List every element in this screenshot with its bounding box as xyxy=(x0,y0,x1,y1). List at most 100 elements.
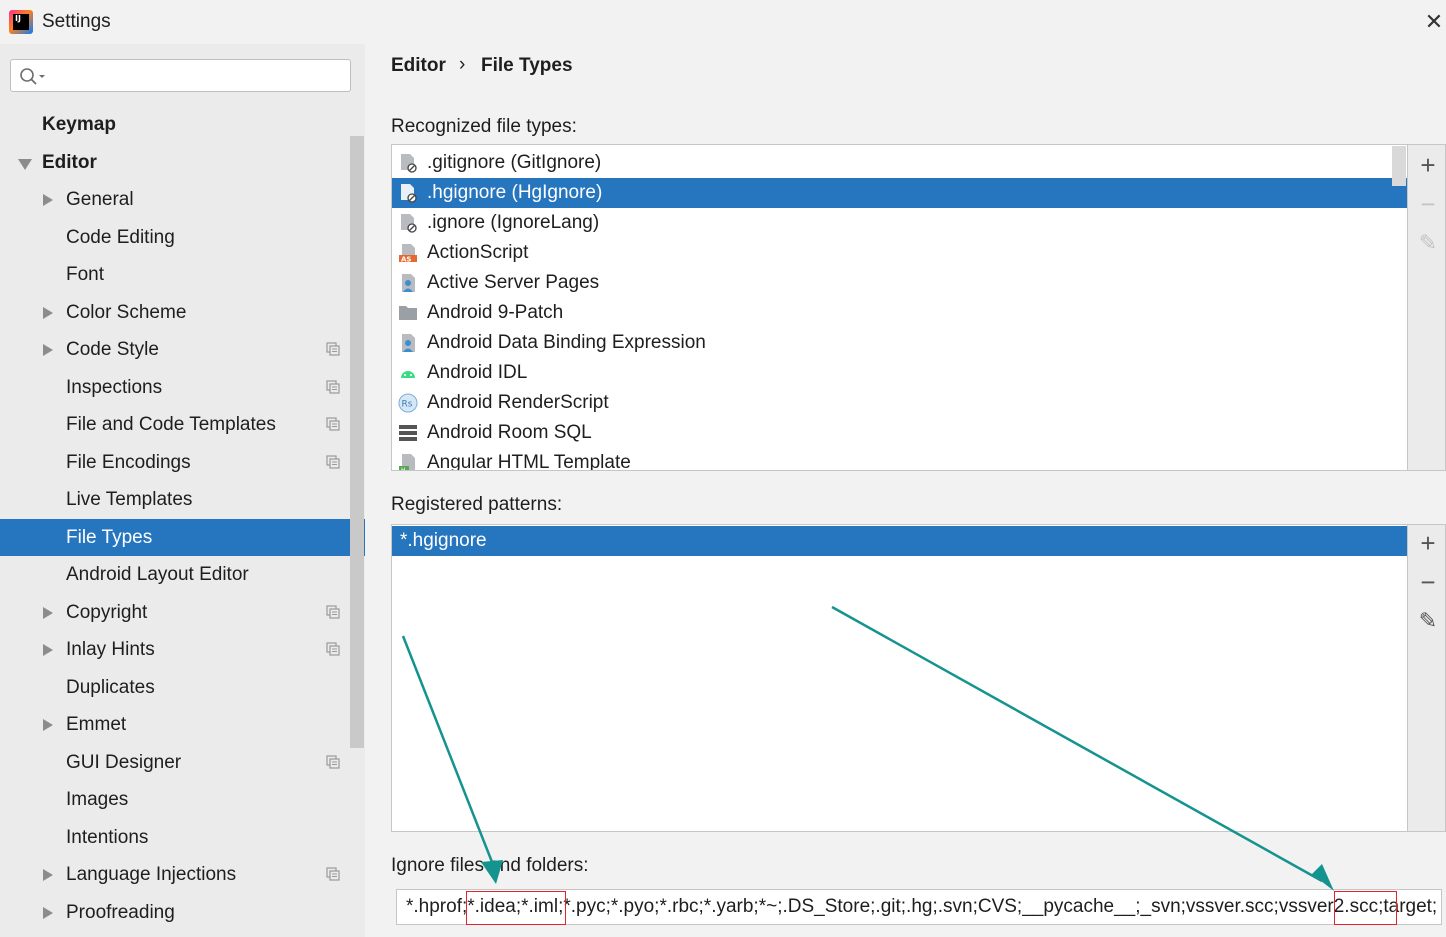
breadcrumb-parent[interactable]: Editor xyxy=(391,55,446,77)
pattern-label: *.hgignore xyxy=(400,530,487,551)
sidebar-item-keymap[interactable]: Keymap xyxy=(0,106,365,143)
file-type-row[interactable]: AS ActionScript xyxy=(392,238,1407,268)
file-type-row[interactable]: Android 9-Patch xyxy=(392,298,1407,328)
breadcrumb-separator: › xyxy=(459,54,466,75)
sidebar-item-android-layout-editor[interactable]: Android Layout Editor xyxy=(0,556,365,593)
sidebar-item-label: Live Templates xyxy=(66,489,193,510)
recognized-file-types-list[interactable]: .gitignore (GitIgnore) .hgignore (HgIgnor… xyxy=(391,144,1408,471)
sidebar-item-font[interactable]: Font xyxy=(0,256,365,293)
ignore-files-value: *.hprof;*.idea;*.iml;*.pyc;*.pyo;*.rbc;*… xyxy=(406,896,1438,917)
android-icon xyxy=(401,371,415,378)
sidebar-item-inlay-hints[interactable]: Inlay Hints xyxy=(0,631,365,668)
file-type-label: .gitignore (GitIgnore) xyxy=(427,152,602,173)
file-type-row[interactable]: Android Data Binding Expression xyxy=(392,328,1407,358)
file-type-row[interactable]: Rs Android RenderScript xyxy=(392,388,1407,418)
close-button[interactable]: ✕ xyxy=(1422,10,1446,34)
ignore-file-icon xyxy=(401,214,417,233)
sidebar-scrollbar[interactable] xyxy=(350,136,364,748)
project-scope-icon xyxy=(326,755,340,769)
file-type-row[interactable]: Active Server Pages xyxy=(392,268,1407,298)
project-scope-icon xyxy=(326,342,340,356)
sidebar-item-label: Intentions xyxy=(66,827,149,848)
sidebar-item-label: Duplicates xyxy=(66,677,155,698)
sidebar-item-emmet[interactable]: Emmet xyxy=(0,706,365,743)
sidebar-item-editor[interactable]: Editor xyxy=(0,144,365,181)
sidebar-item-copyright[interactable]: Copyright xyxy=(0,594,365,631)
add-pattern-button[interactable]: + xyxy=(1417,530,1439,556)
sidebar-item-code-editing[interactable]: Code Editing xyxy=(0,219,365,256)
file-type-label: Android RenderScript xyxy=(427,392,609,413)
registered-patterns-list[interactable]: *.hgignore xyxy=(391,524,1408,832)
chevron-right-icon[interactable] xyxy=(43,607,53,619)
file-type-row[interactable]: Android IDL xyxy=(392,358,1407,388)
sidebar-item-inspections[interactable]: Inspections xyxy=(0,369,365,406)
sidebar-item-label: File Encodings xyxy=(66,452,191,473)
sidebar-item-label: GUI Designer xyxy=(66,752,182,773)
search-input[interactable] xyxy=(10,59,351,92)
file-type-label: Android 9-Patch xyxy=(427,302,564,323)
sidebar-item-label: Language Injections xyxy=(66,864,237,885)
remove-file-type-button[interactable]: − xyxy=(1417,191,1439,217)
svg-text:AS: AS xyxy=(401,256,411,264)
sidebar-item-live-templates[interactable]: Live Templates xyxy=(0,481,365,518)
sidebar-item-intentions[interactable]: Intentions xyxy=(0,819,365,856)
sidebar-item-label: Copyright xyxy=(66,602,148,623)
sidebar-item-gui-designer[interactable]: GUI Designer xyxy=(0,744,365,781)
sidebar-item-label: Code Style xyxy=(66,339,159,360)
file-type-row[interactable]: H Angular HTML Template xyxy=(392,448,1407,470)
sidebar-item-label: Inlay Hints xyxy=(66,639,155,660)
folder-icon xyxy=(399,306,417,320)
chevron-right-icon[interactable] xyxy=(43,907,53,919)
chevron-right-icon[interactable] xyxy=(43,869,53,881)
pattern-row[interactable]: *.hgignore xyxy=(392,526,1407,556)
sidebar-item-general[interactable]: General xyxy=(0,181,365,218)
chevron-right-icon[interactable] xyxy=(43,719,53,731)
file-type-row[interactable]: Android Room SQL xyxy=(392,418,1407,448)
html-file-icon: H xyxy=(399,454,415,470)
file-type-label: .ignore (IgnoreLang) xyxy=(427,212,600,233)
sidebar-item-label: General xyxy=(66,189,134,210)
add-file-type-button[interactable]: + xyxy=(1417,152,1439,178)
svg-text:Rs: Rs xyxy=(402,400,413,410)
sidebar-item-label: Color Scheme xyxy=(66,302,187,323)
renderscript-icon: Rs xyxy=(398,393,418,413)
file-type-label: Android Room SQL xyxy=(427,422,592,443)
sidebar-item-label: Emmet xyxy=(66,714,127,735)
sidebar-item-file-encodings[interactable]: File Encodings xyxy=(0,444,365,481)
sidebar-item-file-types[interactable]: File Types xyxy=(0,519,365,556)
sidebar-item-label: Images xyxy=(66,789,129,810)
ignore-files-label: Ignore files and folders: xyxy=(391,855,589,876)
file-types-scrollbar[interactable] xyxy=(1392,146,1406,186)
chevron-right-icon[interactable] xyxy=(43,307,53,319)
sidebar-item-language-injections[interactable]: Language Injections xyxy=(0,856,365,893)
chevron-right-icon[interactable] xyxy=(43,194,53,206)
search-icon xyxy=(20,68,45,85)
sidebar-item-images[interactable]: Images xyxy=(0,781,365,818)
file-type-label: .hgignore (HgIgnore) xyxy=(427,182,603,203)
sidebar-item-code-style[interactable]: Code Style xyxy=(0,331,365,368)
project-scope-icon xyxy=(326,642,340,656)
remove-pattern-button[interactable]: − xyxy=(1417,569,1439,595)
edit-pattern-button[interactable]: ✎ xyxy=(1417,610,1439,632)
file-type-label: Active Server Pages xyxy=(427,272,600,293)
project-scope-icon xyxy=(326,380,340,394)
chevron-down-icon[interactable] xyxy=(18,159,32,170)
sidebar-item-label: Editor xyxy=(42,152,97,173)
annotation-arrowhead-right xyxy=(1312,864,1334,891)
file-type-row[interactable]: .ignore (IgnoreLang) xyxy=(392,208,1407,238)
patterns-toolbar: + − ✎ xyxy=(1408,524,1446,832)
sidebar-item-duplicates[interactable]: Duplicates xyxy=(0,669,365,706)
file-type-label: ActionScript xyxy=(427,242,529,263)
sidebar-item-label: Inspections xyxy=(66,377,163,398)
ignore-file-icon xyxy=(401,154,417,173)
file-type-row[interactable]: .gitignore (GitIgnore) xyxy=(392,148,1407,178)
sidebar-item-color-scheme[interactable]: Color Scheme xyxy=(0,294,365,331)
sidebar-item-proofreading[interactable]: Proofreading xyxy=(0,894,365,931)
file-type-label: Android IDL xyxy=(427,362,528,383)
sidebar-item-file-and-code-templates[interactable]: File and Code Templates xyxy=(0,406,365,443)
chevron-right-icon[interactable] xyxy=(43,644,53,656)
edit-file-type-button[interactable]: ✎ xyxy=(1417,232,1439,254)
file-type-row[interactable]: .hgignore (HgIgnore) xyxy=(392,178,1407,208)
chevron-right-icon[interactable] xyxy=(43,344,53,356)
ignore-files-input[interactable]: *.hprof;*.idea;*.iml;*.pyc;*.pyo;*.rbc;*… xyxy=(396,889,1442,925)
